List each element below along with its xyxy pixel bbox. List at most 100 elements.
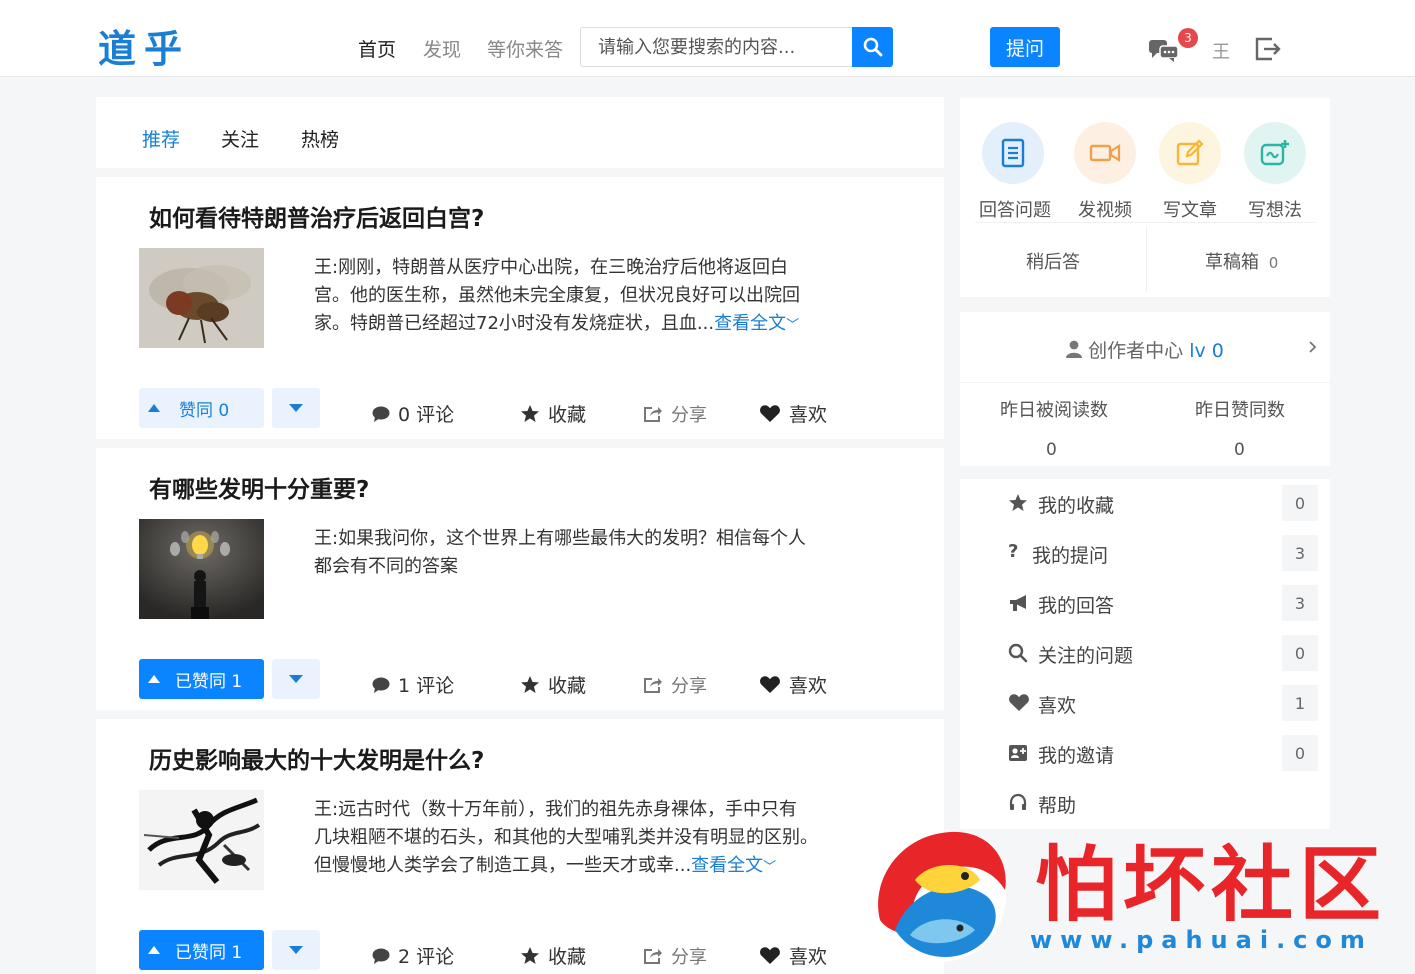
answer-question-action[interactable]: 回答问题 [979, 122, 1051, 222]
search-input[interactable] [581, 28, 853, 66]
comment-count: 0 评论 [398, 404, 455, 426]
share-icon [644, 678, 662, 693]
ink-sketch-image [139, 790, 264, 890]
menu-item-label: 喜欢 [1038, 695, 1077, 717]
menu-item-collections[interactable]: 我的收藏 0 [960, 479, 1330, 529]
comment-button[interactable]: 0 评论 [372, 400, 454, 427]
search-box [580, 27, 893, 67]
share-button[interactable]: 分享 [643, 401, 707, 427]
idea-icon [1244, 122, 1306, 184]
nav-discover[interactable]: 发现 [423, 35, 461, 62]
drafts-link[interactable]: 草稿箱 0 [1205, 248, 1278, 274]
drafts-label: 草稿箱 [1205, 252, 1259, 273]
like-label: 喜欢 [789, 675, 828, 697]
my-menu-panel: 我的收藏 0 ? 我的提问 3 我的回答 3 关注的问题 0 喜欢 1 我的邀请… [960, 479, 1330, 829]
post-excerpt: 王:如果我问你，这个世界上有哪些最伟大的发明？相信每个人 都会有不同的答案 [314, 525, 869, 581]
post-thumbnail[interactable] [139, 248, 264, 348]
menu-item-questions[interactable]: ? 我的提问 3 [960, 529, 1330, 579]
tab-follow[interactable]: 关注 [221, 125, 259, 152]
upvote-button[interactable]: 赞同 0 [139, 388, 264, 428]
upvote-button[interactable]: 已赞同 1 [139, 659, 264, 699]
downvote-button[interactable] [272, 659, 320, 699]
chevron-down-icon: ﹀ [763, 860, 777, 875]
quick-action-label: 写想法 [1248, 200, 1302, 221]
answer-later-link[interactable]: 稍后答 [1026, 248, 1080, 274]
downvote-button[interactable] [272, 388, 320, 428]
upvote-button[interactable]: 已赞同 1 [139, 930, 264, 970]
share-button[interactable]: 分享 [643, 672, 707, 698]
like-button[interactable]: 喜欢 [759, 400, 827, 427]
logout-icon[interactable] [1254, 36, 1282, 62]
messages-icon[interactable] [1148, 38, 1180, 62]
watermark: 怕坏社区 www.pahuai.com [860, 818, 1415, 974]
site-logo[interactable]: 道乎 [98, 18, 190, 73]
share-label: 分享 [671, 405, 707, 426]
menu-item-answers[interactable]: 我的回答 3 [960, 579, 1330, 629]
post-title[interactable]: 有哪些发明十分重要? [149, 470, 369, 504]
menu-item-count: 0 [1282, 635, 1318, 671]
headset-icon [1009, 793, 1027, 810]
stat-value: 0 [1046, 440, 1057, 460]
downvote-button[interactable] [272, 930, 320, 970]
tab-hot[interactable]: 热榜 [301, 125, 339, 152]
heart-icon [760, 405, 780, 422]
write-article-action[interactable]: 写文章 [1156, 122, 1224, 222]
menu-item-label: 我的邀请 [1038, 745, 1115, 767]
like-button[interactable]: 喜欢 [759, 671, 827, 698]
read-more-link[interactable]: 查看全文 [691, 855, 763, 876]
question-icon: ? [1008, 541, 1019, 562]
excerpt-line: 王:远古时代（数十万年前），我们的祖先赤身裸体，手中只有 [314, 799, 798, 820]
tab-recommend[interactable]: 推荐 [142, 125, 180, 152]
share-button[interactable]: 分享 [643, 943, 707, 969]
excerpt-line: 都会有不同的答案 [314, 556, 458, 577]
comment-count: 2 评论 [398, 946, 455, 968]
read-more-link[interactable]: 查看全文 [714, 313, 786, 334]
post-title[interactable]: 如何看待特朗普治疗后返回白宫? [149, 199, 484, 233]
menu-item-followed-questions[interactable]: 关注的问题 0 [960, 629, 1330, 679]
menu-item-count: 0 [1282, 735, 1318, 771]
menu-item-label: 关注的问题 [1038, 645, 1134, 667]
stat-label: 昨日被阅读数 [1000, 400, 1108, 421]
nav-home[interactable]: 首页 [358, 35, 396, 62]
excerpt-line: 宫。他的医生称，虽然他未完全康复，但状况良好可以出院回 [314, 285, 800, 306]
notification-badge: 3 [1178, 28, 1198, 48]
ask-question-button[interactable]: 提问 [990, 27, 1060, 67]
invite-icon [1009, 745, 1027, 761]
post-thumbnail[interactable] [139, 519, 264, 619]
search-icon [863, 37, 882, 57]
search-icon [1008, 643, 1028, 663]
write-idea-action[interactable]: 写想法 [1241, 122, 1309, 222]
heart-icon [760, 947, 780, 964]
menu-item-invitations[interactable]: 我的邀请 0 [960, 729, 1330, 779]
creator-center-link[interactable]: 创作者中心 lv 0 [960, 336, 1330, 363]
user-name[interactable]: 王 [1212, 38, 1230, 64]
collect-button[interactable]: 收藏 [520, 400, 586, 427]
post-video-action[interactable]: 发视频 [1071, 122, 1139, 222]
watermark-url: www.pahuai.com [1030, 926, 1373, 954]
like-button[interactable]: 喜欢 [759, 942, 827, 969]
comment-icon [372, 948, 390, 964]
menu-item-label: 我的回答 [1038, 595, 1115, 617]
post-thumbnail[interactable] [139, 790, 264, 890]
menu-item-likes[interactable]: 喜欢 1 [960, 679, 1330, 729]
menu-item-count: 3 [1282, 585, 1318, 621]
post-excerpt: 王:刚刚，特朗普从医疗中心出院，在三晚治疗后他将返回白 宫。他的医生称，虽然他未… [314, 254, 869, 340]
chevron-right-icon[interactable] [1308, 340, 1317, 354]
document-icon [982, 122, 1044, 184]
search-button[interactable] [852, 27, 893, 67]
post-title[interactable]: 历史影响最大的十大发明是什么? [149, 741, 484, 775]
excerpt-line: 王:如果我问你，这个世界上有哪些最伟大的发明？相信每个人 [314, 528, 807, 549]
nav-waiting-answers[interactable]: 等你来答 [487, 35, 563, 62]
excerpt-line: 但慢慢地人类学会了制造工具，一些天才或幸... [314, 855, 692, 876]
comment-button[interactable]: 2 评论 [372, 942, 454, 969]
heart-icon [1009, 694, 1029, 711]
creator-level: lv 0 [1189, 340, 1224, 362]
star-icon [1009, 494, 1027, 511]
star-icon [521, 675, 539, 693]
top-header: 道乎 首页 发现 等你来答 提问 3 王 [0, 0, 1415, 77]
quick-action-label: 写文章 [1163, 200, 1217, 221]
comment-button[interactable]: 1 评论 [372, 671, 454, 698]
collect-button[interactable]: 收藏 [520, 671, 586, 698]
collect-button[interactable]: 收藏 [520, 942, 586, 969]
fly-image [139, 248, 264, 348]
